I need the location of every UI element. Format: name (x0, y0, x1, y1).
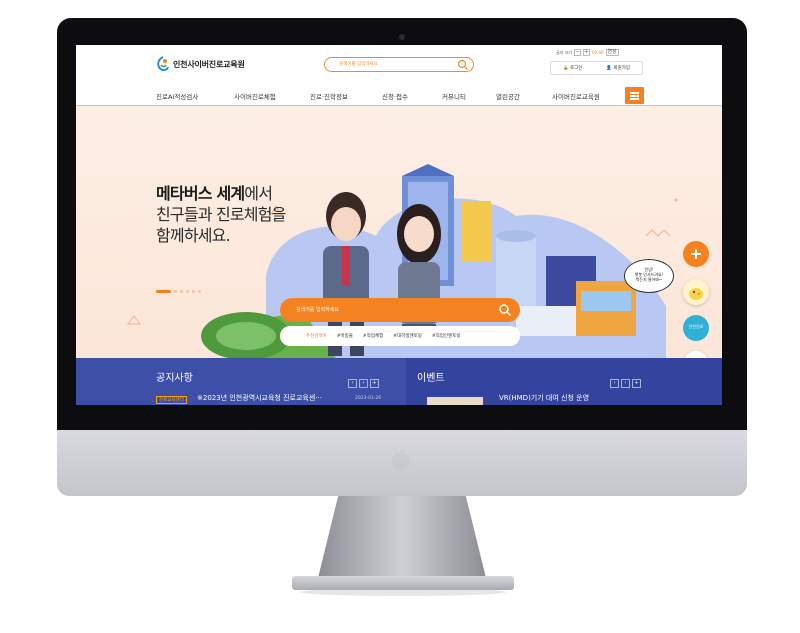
hero-title-line-2: 친구들과 진로체험을 (156, 205, 286, 224)
hero-title-bold: 메타버스 세계 (156, 184, 245, 203)
notice-title: 공지사항 (156, 373, 193, 384)
chatbot-float-button[interactable] (683, 279, 709, 305)
header-search-placeholder: 검색어를 입력하세요 (339, 62, 378, 67)
font-increase-button[interactable]: + (583, 49, 590, 56)
nav-item-open-space[interactable]: 열린공간 (496, 91, 520, 101)
logo-text: 인천사이버진로교육원 (173, 59, 245, 69)
slider-dot[interactable] (180, 290, 183, 293)
lock-icon: 🔒 (562, 66, 569, 71)
slider-dot[interactable] (186, 290, 189, 293)
plus-float-button[interactable] (683, 241, 709, 267)
nav-item-cyber-experience[interactable]: 사이버진로체험 (234, 91, 276, 101)
account-links: 🔒 로그인 👤 회원가입 (550, 61, 643, 75)
font-size-label: 글자 크기 (556, 49, 572, 55)
slider-dot[interactable] (198, 290, 201, 293)
incheon-career-float-button[interactable]: 인천진로 (683, 315, 709, 341)
hero-title-line-3: 함께하세요. (156, 226, 231, 245)
search-icon[interactable] (498, 303, 512, 317)
chick-icon (689, 288, 703, 300)
camera-dot (399, 34, 405, 40)
plus-icon (691, 249, 701, 259)
website-screen: 인천사이버진로교육원 검색어를 입력하세요 글자 크기 − + 00:00 연장 (76, 45, 722, 405)
chatbot-speech-bubble: 안녕! 챗봇 인사드려요! 뭐든지 물어봐~ (624, 259, 674, 293)
hamburger-menu-button[interactable] (625, 87, 644, 104)
monitor-stand-foot (292, 576, 514, 590)
prev-button[interactable]: ‹ (348, 379, 357, 388)
recommended-label: 추천검색어 (306, 334, 327, 339)
login-link[interactable]: 🔒 로그인 (563, 65, 582, 71)
keyword-tag[interactable]: #대학생멘토링 (393, 333, 422, 339)
slider-active-indicator[interactable] (156, 290, 171, 293)
notice-controls: ‹ › + (348, 379, 379, 388)
prev-button[interactable]: ‹ (610, 379, 619, 388)
font-reset-button[interactable]: 연장 (605, 49, 619, 56)
hero-title-rest: 에서 (244, 184, 273, 203)
font-decrease-button[interactable]: − (574, 49, 581, 56)
font-size-control: 글자 크기 − + 00:00 연장 (556, 49, 619, 56)
notice-date: 2023-01-26 (355, 396, 382, 401)
nav-item-ai-test[interactable]: 진로AI적성검사 (156, 91, 198, 101)
nav-item-community[interactable]: 커뮤니티 (442, 91, 466, 101)
hero-search-input[interactable]: 검색어를 입력하세요 (280, 298, 520, 322)
slider-dot[interactable] (192, 290, 195, 293)
slider-dot[interactable] (174, 290, 177, 293)
hero-headline: 메타버스 세계에서 친구들과 진로체험을 함께하세요. (156, 183, 286, 246)
slider-pagination[interactable] (156, 290, 201, 293)
more-button[interactable]: + (632, 379, 641, 388)
apple-logo-icon (392, 449, 410, 472)
nav-item-about[interactable]: 사이버진로교육원 (552, 91, 600, 101)
utility-area: 글자 크기 − + 00:00 연장 🔒 로그인 👤 회원가입 (550, 47, 643, 77)
join-link[interactable]: 👤 회원가입 (606, 65, 630, 71)
search-icon[interactable] (457, 59, 469, 71)
notice-badge: 진로교육센터 (156, 396, 187, 404)
keyword-tag[interactable]: #직업체험 (363, 333, 383, 339)
next-button[interactable]: › (359, 379, 368, 388)
nav-item-career-info[interactable]: 진로·진학정보 (310, 91, 348, 101)
monitor-stand-neck (318, 496, 486, 578)
notice-panel: 공지사항 ‹ › + 진로교육센터 ※2023년 인천광역시교육청 진로교육센·… (76, 358, 406, 405)
event-title: 이벤트 (417, 373, 445, 384)
font-size-value: 00:00 (592, 50, 604, 55)
header-search-input[interactable]: 검색어를 입력하세요 (324, 57, 474, 72)
hero-search-placeholder: 검색어를 입력하세요 (296, 307, 339, 313)
recommended-keywords: 추천검색어 #마중물 #직업체험 #대학생멘토링 #직업인멘토링 (280, 326, 520, 346)
more-button[interactable]: + (370, 379, 379, 388)
logo-icon (157, 56, 169, 71)
event-controls: ‹ › + (610, 379, 641, 388)
monitor-mockup: 인천사이버진로교육원 검색어를 입력하세요 글자 크기 − + 00:00 연장 (0, 0, 800, 633)
notice-item-link[interactable]: ※2023년 인천광역시교육청 진로교육센··· (197, 393, 322, 403)
event-thumbnail[interactable] (427, 397, 483, 405)
keyword-tag[interactable]: #직업인멘토링 (432, 333, 461, 339)
user-icon: 👤 (606, 66, 612, 71)
event-item-link[interactable]: VR(HMD)기기 대여 신청 운영 (499, 393, 589, 403)
nav-item-application[interactable]: 신청·접수 (382, 91, 408, 101)
site-logo[interactable]: 인천사이버진로교육원 (156, 56, 245, 72)
keyword-tag[interactable]: #마중물 (337, 333, 353, 339)
next-button[interactable]: › (621, 379, 630, 388)
bottom-section: 공지사항 ‹ › + 진로교육센터 ※2023년 인천광역시교육청 진로교육센·… (76, 358, 722, 405)
site-header: 인천사이버진로교육원 검색어를 입력하세요 글자 크기 − + 00:00 연장 (76, 45, 722, 85)
